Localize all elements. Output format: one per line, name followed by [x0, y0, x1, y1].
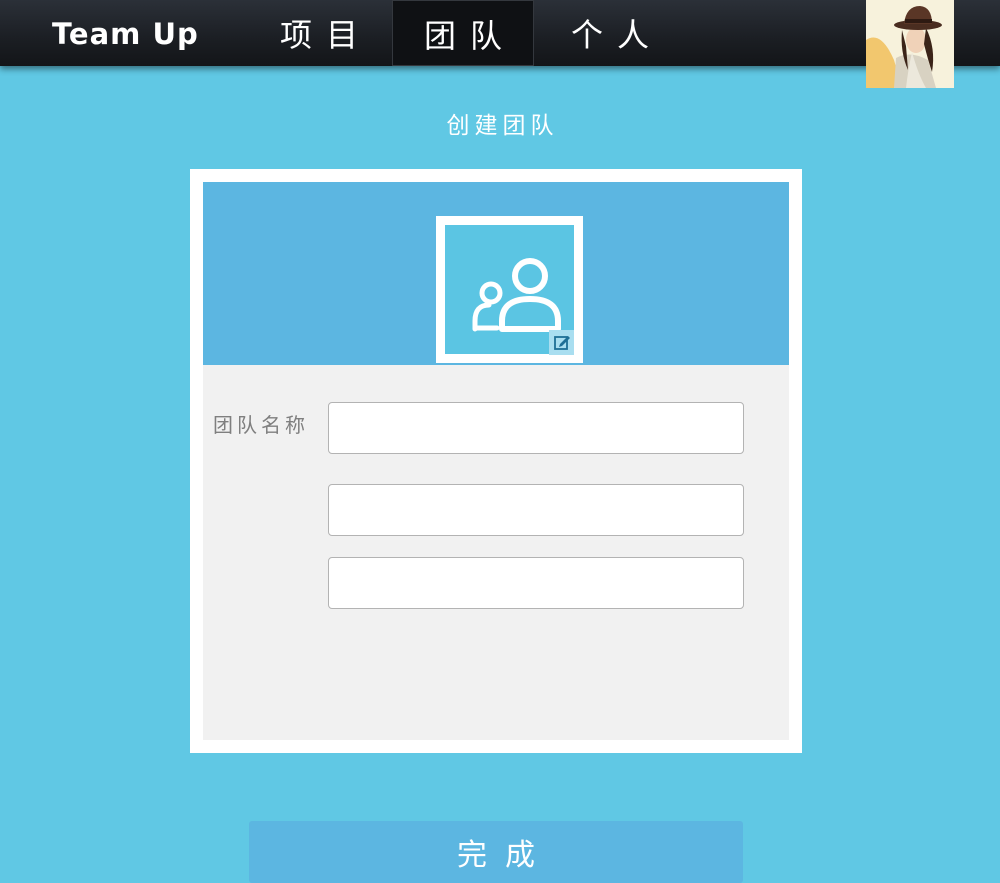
- team-extra-input-1[interactable]: [328, 484, 744, 536]
- top-navigation-bar: Team Up 项目 团队 个人: [0, 0, 1000, 66]
- page-title: 创建团队: [446, 113, 559, 139]
- team-name-label: 团队名称: [213, 413, 309, 437]
- tab-projects[interactable]: 项目: [248, 0, 390, 66]
- brand-logo[interactable]: Team Up: [52, 14, 199, 54]
- edit-icon[interactable]: [549, 330, 574, 355]
- team-form: 团队名称 完成: [203, 365, 789, 883]
- finish-button[interactable]: 完成: [249, 821, 743, 883]
- team-name-input[interactable]: [328, 402, 744, 454]
- tab-team[interactable]: 团队: [392, 0, 534, 66]
- team-avatar-panel: [203, 182, 789, 365]
- user-avatar-photo-icon: [866, 0, 954, 88]
- tab-personal[interactable]: 个人: [539, 0, 681, 66]
- user-avatar[interactable]: [866, 0, 954, 88]
- team-extra-input-2[interactable]: [328, 557, 744, 609]
- create-team-card: 团队名称 完成: [190, 169, 802, 883]
- team-avatar-upload[interactable]: [436, 216, 583, 363]
